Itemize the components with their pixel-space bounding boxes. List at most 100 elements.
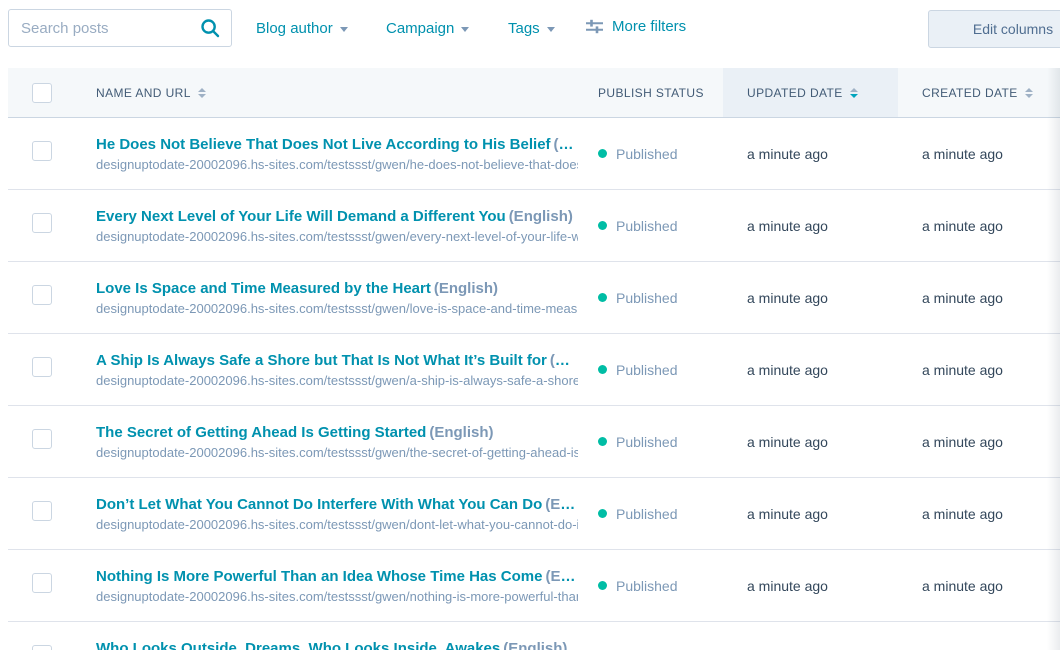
row-checkbox-cell <box>8 645 88 650</box>
post-title-link[interactable]: The Secret of Getting Ahead Is Getting S… <box>96 424 578 441</box>
post-title: Nothing Is More Powerful Than an Idea Wh… <box>96 568 542 585</box>
column-header-publish-status[interactable]: PUBLISH STATUS <box>578 68 723 117</box>
row-checkbox-cell <box>8 141 88 166</box>
search-box[interactable] <box>8 9 232 47</box>
post-language: (English) <box>550 352 578 369</box>
row-checkbox[interactable] <box>32 141 52 161</box>
more-filters-label: More filters <box>612 18 686 35</box>
row-checkbox-cell <box>8 213 88 238</box>
name-and-url-cell: Who Looks Outside, Dreams, Who Looks Ins… <box>88 640 578 650</box>
publish-status-label: Published <box>616 506 678 522</box>
post-url: designuptodate-20002096.hs-sites.com/tes… <box>96 373 578 388</box>
publish-status-label: Published <box>616 578 678 594</box>
post-url: designuptodate-20002096.hs-sites.com/tes… <box>96 445 578 460</box>
table-row: Nothing Is More Powerful Than an Idea Wh… <box>8 550 1060 622</box>
created-date-value: a minute ago <box>898 434 1060 450</box>
row-checkbox[interactable] <box>32 285 52 305</box>
post-title: Who Looks Outside, Dreams, Who Looks Ins… <box>96 640 500 650</box>
post-title: Love Is Space and Time Measured by the H… <box>96 280 431 297</box>
publish-status-label: Published <box>616 146 678 162</box>
row-checkbox-cell <box>8 357 88 382</box>
row-checkbox-cell <box>8 285 88 310</box>
column-header-name-and-url[interactable]: NAME AND URL <box>88 68 578 117</box>
published-status-dot-icon <box>598 221 607 230</box>
updated-date-value: a minute ago <box>723 362 898 378</box>
post-language: (English) <box>503 640 567 650</box>
publish-status-label: Published <box>616 218 678 234</box>
filter-sliders-icon <box>585 19 604 34</box>
sort-icon <box>1025 88 1033 98</box>
post-title: Every Next Level of Your Life Will Deman… <box>96 208 506 225</box>
updated-date-value: a minute ago <box>723 290 898 306</box>
name-and-url-cell: Nothing Is More Powerful Than an Idea Wh… <box>88 568 578 604</box>
name-and-url-cell: Love Is Space and Time Measured by the H… <box>88 280 578 316</box>
created-date-value: a minute ago <box>898 218 1060 234</box>
published-status-dot-icon <box>598 365 607 374</box>
post-title-link[interactable]: Love Is Space and Time Measured by the H… <box>96 280 578 297</box>
column-header-created-date[interactable]: CREATED DATE <box>898 68 1060 117</box>
more-filters-button[interactable]: More filters <box>585 18 686 35</box>
created-date-value: a minute ago <box>898 146 1060 162</box>
post-title-link[interactable]: A Ship Is Always Safe a Shore but That I… <box>96 352 578 369</box>
chevron-down-icon <box>340 27 348 32</box>
name-and-url-cell: Don’t Let What You Cannot Do Interfere W… <box>88 496 578 532</box>
post-url: designuptodate-20002096.hs-sites.com/tes… <box>96 157 578 172</box>
created-date-value: a minute ago <box>898 362 1060 378</box>
row-checkbox[interactable] <box>32 429 52 449</box>
publish-status-cell: Published <box>578 578 723 594</box>
row-checkbox[interactable] <box>32 573 52 593</box>
search-icon[interactable] <box>200 18 220 38</box>
post-title-link[interactable]: He Does Not Believe That Does Not Live A… <box>96 136 578 153</box>
header-checkbox-cell <box>8 68 88 117</box>
post-language: (English) <box>429 424 493 441</box>
table-row: Every Next Level of Your Life Will Deman… <box>8 190 1060 262</box>
publish-status-label: Published <box>616 434 678 450</box>
name-and-url-cell: The Secret of Getting Ahead Is Getting S… <box>88 424 578 460</box>
publish-status-label: Published <box>616 362 678 378</box>
post-title-link[interactable]: Who Looks Outside, Dreams, Who Looks Ins… <box>96 640 578 650</box>
publish-status-cell: Published <box>578 362 723 378</box>
chevron-down-icon <box>547 27 555 32</box>
post-title-link[interactable]: Don’t Let What You Cannot Do Interfere W… <box>96 496 578 513</box>
row-checkbox[interactable] <box>32 213 52 233</box>
updated-date-value: a minute ago <box>723 218 898 234</box>
table-row: Who Looks Outside, Dreams, Who Looks Ins… <box>8 622 1060 650</box>
chevron-down-icon <box>461 27 469 32</box>
filter-blog-author[interactable]: Blog author <box>256 20 348 37</box>
filter-campaign[interactable]: Campaign <box>386 20 469 37</box>
filter-tags-label: Tags <box>508 20 540 37</box>
created-date-value: a minute ago <box>898 506 1060 522</box>
publish-status-label: Published <box>616 290 678 306</box>
row-checkbox[interactable] <box>32 501 52 521</box>
posts-table: NAME AND URL PUBLISH STATUS UPDATED DATE… <box>8 68 1060 650</box>
sort-desc-icon <box>850 88 858 98</box>
select-all-checkbox[interactable] <box>32 83 52 103</box>
search-input[interactable] <box>9 20 200 37</box>
post-url: designuptodate-20002096.hs-sites.com/tes… <box>96 301 578 316</box>
name-and-url-cell: He Does Not Believe That Does Not Live A… <box>88 136 578 172</box>
filter-tags[interactable]: Tags <box>508 20 555 37</box>
column-label: PUBLISH STATUS <box>598 86 704 100</box>
created-date-value: a minute ago <box>898 578 1060 594</box>
published-status-dot-icon <box>598 581 607 590</box>
filter-campaign-label: Campaign <box>386 20 454 37</box>
publish-status-cell: Published <box>578 506 723 522</box>
column-label: NAME AND URL <box>96 86 191 100</box>
post-title: Don’t Let What You Cannot Do Interfere W… <box>96 496 542 513</box>
updated-date-value: a minute ago <box>723 506 898 522</box>
post-url: designuptodate-20002096.hs-sites.com/tes… <box>96 517 578 532</box>
row-checkbox[interactable] <box>32 357 52 377</box>
post-url: designuptodate-20002096.hs-sites.com/tes… <box>96 229 578 244</box>
post-title-link[interactable]: Every Next Level of Your Life Will Deman… <box>96 208 578 225</box>
post-language: (English) <box>545 568 578 585</box>
table-row: Love Is Space and Time Measured by the H… <box>8 262 1060 334</box>
post-title: A Ship Is Always Safe a Shore but That I… <box>96 352 547 369</box>
table-header: NAME AND URL PUBLISH STATUS UPDATED DATE… <box>8 68 1060 118</box>
column-header-updated-date[interactable]: UPDATED DATE <box>723 68 898 117</box>
edit-columns-button[interactable]: Edit columns <box>928 10 1060 48</box>
column-label: UPDATED DATE <box>747 86 843 100</box>
row-checkbox[interactable] <box>32 645 52 650</box>
updated-date-value: a minute ago <box>723 434 898 450</box>
post-title-link[interactable]: Nothing Is More Powerful Than an Idea Wh… <box>96 568 578 585</box>
published-status-dot-icon <box>598 509 607 518</box>
